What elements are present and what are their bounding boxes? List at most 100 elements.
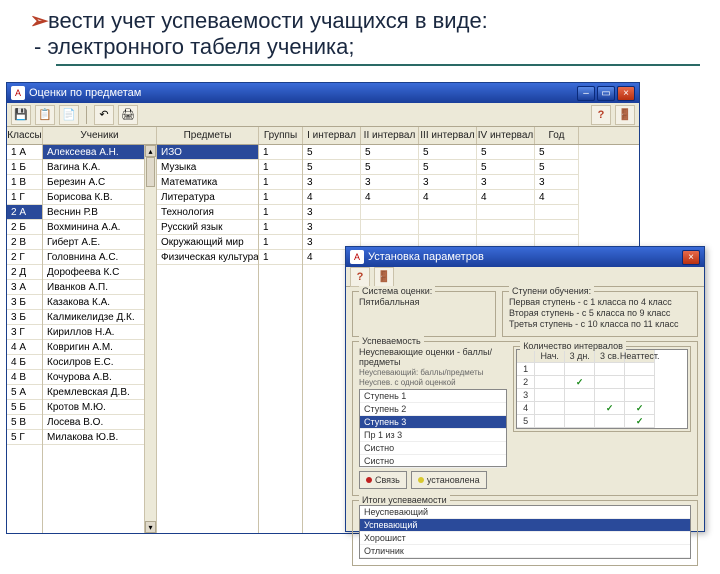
check-cell[interactable] xyxy=(625,389,655,402)
list-item[interactable]: 1 xyxy=(259,220,302,235)
list-item[interactable]: 1 В xyxy=(7,175,42,190)
check-cell[interactable]: ✓ xyxy=(625,415,655,428)
list-item[interactable]: 1 xyxy=(259,190,302,205)
result-item[interactable]: Отличник xyxy=(360,545,690,558)
grade-cell[interactable]: 4 xyxy=(535,190,579,205)
list-item[interactable]: Физическая культура xyxy=(157,250,258,265)
grade-cell[interactable]: 4 xyxy=(361,190,419,205)
tool-save-icon[interactable]: 💾 xyxy=(11,105,31,125)
list-item[interactable]: Калмикелидзе Д.К. xyxy=(43,310,156,325)
minimize-button[interactable]: – xyxy=(577,86,595,101)
list-item[interactable]: 2 А xyxy=(7,205,42,220)
list-item[interactable]: 2 В xyxy=(7,235,42,250)
check-cell[interactable]: ✓ xyxy=(595,402,625,415)
grade-cell[interactable] xyxy=(419,205,477,220)
grade-cell[interactable] xyxy=(535,205,579,220)
check-cell[interactable] xyxy=(625,363,655,376)
grade-cell[interactable] xyxy=(361,220,419,235)
grade-cell[interactable]: 5 xyxy=(303,145,361,160)
dialog-help-icon[interactable]: ? xyxy=(350,267,370,287)
grade-cell[interactable]: 4 xyxy=(303,190,361,205)
list-item[interactable]: 5 Г xyxy=(7,430,42,445)
list-item[interactable]: Головнина А.С. xyxy=(43,250,156,265)
list-item[interactable]: Музыка xyxy=(157,160,258,175)
check-cell[interactable] xyxy=(565,389,595,402)
check-cell[interactable] xyxy=(535,415,565,428)
list-item[interactable]: Вохминина А.А. xyxy=(43,220,156,235)
list-item[interactable]: ИЗО xyxy=(157,145,258,160)
grade-cell[interactable]: 5 xyxy=(477,160,535,175)
close-button[interactable]: × xyxy=(617,86,635,101)
grade-cell[interactable]: 3 xyxy=(419,175,477,190)
list-item[interactable]: Вагина К.А. xyxy=(43,160,156,175)
subjects-column[interactable]: ИЗОМузыкаМатематикаЛитератураТехнологияР… xyxy=(157,145,259,533)
list-item[interactable]: 3 А xyxy=(7,280,42,295)
groups-column[interactable]: 11111111 xyxy=(259,145,303,533)
stage-list[interactable]: Ступень 1Ступень 2Ступень 3Пр 1 из 3Сист… xyxy=(359,389,507,467)
list-item[interactable]: Милакова Ю.В. xyxy=(43,430,156,445)
grade-cell[interactable] xyxy=(535,220,579,235)
stage-item[interactable]: Ступень 2 xyxy=(360,403,506,416)
list-item[interactable]: 5 Б xyxy=(7,400,42,415)
list-item[interactable]: 2 Д xyxy=(7,265,42,280)
list-item[interactable]: Березин А.С xyxy=(43,175,156,190)
stage-item[interactable]: Ступень 1 xyxy=(360,390,506,403)
check-cell[interactable] xyxy=(595,415,625,428)
list-item[interactable]: 1 xyxy=(259,175,302,190)
check-cell[interactable] xyxy=(595,376,625,389)
intervals-table[interactable]: Нач.3 дн.3 св.Неаттест.12✓34✓✓5✓ xyxy=(516,349,688,429)
check-cell[interactable] xyxy=(565,415,595,428)
list-item[interactable]: Казакова К.А. xyxy=(43,295,156,310)
stage-item[interactable]: Пр 1 из 3 xyxy=(360,429,506,442)
list-item[interactable]: 3 Б xyxy=(7,295,42,310)
stage-item[interactable]: Ступень 3 xyxy=(360,416,506,429)
list-item[interactable]: Косилров Е.С. xyxy=(43,355,156,370)
check-cell[interactable]: ✓ xyxy=(625,402,655,415)
list-item[interactable]: Литература xyxy=(157,190,258,205)
list-item[interactable]: 5 В xyxy=(7,415,42,430)
header-i3[interactable]: III интервал xyxy=(419,127,477,144)
list-item[interactable]: Кремлевская Д.В. xyxy=(43,385,156,400)
grade-cell[interactable]: 3 xyxy=(303,175,361,190)
grade-cell[interactable] xyxy=(477,220,535,235)
grade-cell[interactable]: 3 xyxy=(303,220,361,235)
list-item[interactable]: Алексеева А.Н. xyxy=(43,145,156,160)
list-item[interactable]: Русский язык xyxy=(157,220,258,235)
header-year[interactable]: Год xyxy=(535,127,579,144)
list-item[interactable]: 1 А xyxy=(7,145,42,160)
grade-cell[interactable]: 3 xyxy=(303,205,361,220)
list-item[interactable]: Борисова К.В. xyxy=(43,190,156,205)
students-scrollbar[interactable]: ▴ ▾ xyxy=(144,145,156,533)
check-cell[interactable] xyxy=(535,402,565,415)
list-item[interactable]: Технология xyxy=(157,205,258,220)
stage-item[interactable]: Систно xyxy=(360,442,506,455)
list-item[interactable]: Гиберт А.Е. xyxy=(43,235,156,250)
grade-cell[interactable] xyxy=(419,220,477,235)
dialog-close-button[interactable]: × xyxy=(682,250,700,265)
result-item[interactable]: Успевающий xyxy=(360,519,690,532)
list-item[interactable]: Веснин Р.В xyxy=(43,205,156,220)
check-cell[interactable] xyxy=(625,376,655,389)
tool-help-icon[interactable]: ? xyxy=(591,105,611,125)
header-i4[interactable]: IV интервал xyxy=(477,127,535,144)
results-list[interactable]: НеуспевающийУспевающийХорошистОтличник xyxy=(359,505,691,559)
header-students[interactable]: Ученики xyxy=(43,127,157,144)
tool-paste-icon[interactable]: 📄 xyxy=(59,105,79,125)
list-item[interactable]: 1 xyxy=(259,235,302,250)
grade-cell[interactable]: 3 xyxy=(477,175,535,190)
scroll-down-icon[interactable]: ▾ xyxy=(145,521,156,533)
list-item[interactable]: 4 В xyxy=(7,370,42,385)
list-item[interactable]: Кротов М.Ю. xyxy=(43,400,156,415)
check-cell[interactable] xyxy=(565,402,595,415)
list-item[interactable]: Иванков А.П. xyxy=(43,280,156,295)
list-item[interactable]: 1 Б xyxy=(7,160,42,175)
list-item[interactable]: 1 xyxy=(259,250,302,265)
tool-copy-icon[interactable]: 📋 xyxy=(35,105,55,125)
list-item[interactable]: Ковригин А.М. xyxy=(43,340,156,355)
check-cell[interactable] xyxy=(595,363,625,376)
tool-print-icon[interactable]: 🖨 xyxy=(118,105,138,125)
classes-column[interactable]: 1 А1 Б1 В1 Г2 А2 Б2 В2 Г2 Д3 А3 Б3 Б3 Г4… xyxy=(7,145,43,533)
result-item[interactable]: Неуспевающий xyxy=(360,506,690,519)
header-groups[interactable]: Группы xyxy=(259,127,303,144)
list-item[interactable]: 3 Г xyxy=(7,325,42,340)
